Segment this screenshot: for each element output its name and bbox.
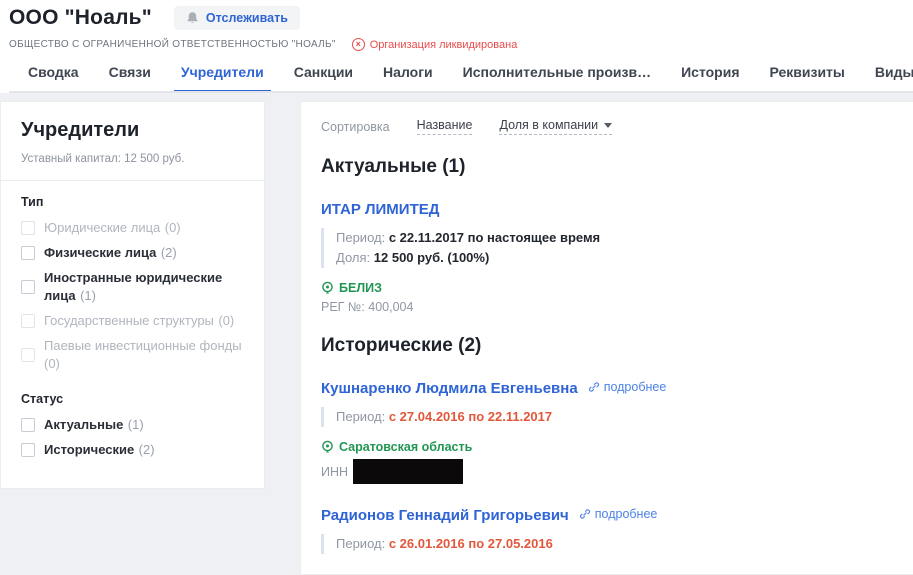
filter-label: Паевые инвестиционные фонды	[44, 338, 242, 353]
location-label: БЕЛИЗ	[339, 281, 382, 295]
filter-count: (1)	[128, 417, 144, 432]
company-full-name: ОБЩЕСТВО С ОГРАНИЧЕННОЙ ОТВЕТСТВЕННОСТЬЮ…	[9, 39, 336, 50]
filter-count: (0)	[218, 313, 234, 328]
follow-button[interactable]: Отслеживать	[174, 6, 300, 30]
period-block: Период: с 26.01.2016 по 27.05.2016	[321, 534, 913, 554]
follow-button-label: Отслеживать	[206, 11, 288, 25]
sort-row: Сортировка Название Доля в компании	[321, 118, 913, 135]
filter-state-structures[interactable]: Государственные структуры (0)	[21, 312, 244, 330]
filter-legal-entities[interactable]: Юридические лица (0)	[21, 219, 244, 237]
inn-label: ИНН	[321, 465, 348, 479]
founder-entry: Кушнаренко Людмила Евгеньевна подробнее …	[321, 380, 913, 484]
checkbox-icon[interactable]	[21, 221, 35, 235]
filter-individuals[interactable]: Физические лица (2)	[21, 244, 244, 262]
sort-by-share[interactable]: Доля в компании	[499, 118, 612, 135]
link-icon	[579, 508, 591, 520]
share-label: Доля:	[336, 250, 370, 265]
period-value: с 27.04.2016 по 22.11.2017	[389, 409, 552, 424]
sort-by-share-label: Доля в компании	[499, 118, 598, 132]
page-header: ООО "Ноаль" Отслеживать ОБЩЕСТВО С ОГРАН…	[0, 0, 913, 93]
liquidation-badge: × Организация ликвидирована	[352, 38, 518, 51]
filter-count: (2)	[139, 442, 155, 457]
filters-sidebar: Учредители Уставный капитал: 12 500 руб.…	[0, 101, 265, 489]
type-filter-title: Тип	[21, 195, 244, 209]
link-icon	[588, 381, 600, 393]
founders-panel: Сортировка Название Доля в компании Акту…	[300, 101, 913, 575]
company-title: ООО "Ноаль"	[9, 6, 152, 30]
filter-label: Актуальные	[44, 417, 123, 432]
charter-capital: Уставный капитал: 12 500 руб.	[21, 153, 244, 165]
tab-bar: Сводка Связи Учредители Санкции Налоги И…	[9, 64, 913, 93]
tab-svodka[interactable]: Сводка	[28, 64, 79, 91]
period-block: Период: с 22.11.2017 по настоящее время …	[321, 228, 913, 268]
actual-section-heading: Актуальные (1)	[321, 156, 913, 178]
more-details-link[interactable]: подробнее	[579, 507, 658, 521]
share-value: 12 500 руб. (100%)	[374, 250, 490, 265]
checkbox-icon[interactable]	[21, 418, 35, 432]
period-value: с 22.11.2017 по настоящее время	[389, 230, 600, 245]
founder-name-link[interactable]: ИТАР ЛИМИТЕД	[321, 201, 439, 218]
tab-vidy-deyat[interactable]: Виды деят.	[875, 64, 913, 91]
caret-down-icon	[604, 123, 612, 128]
status-filter-title: Статус	[21, 392, 244, 406]
checkbox-icon[interactable]	[21, 348, 35, 362]
period-value: с 26.01.2016 по 27.05.2016	[389, 536, 553, 551]
checkbox-icon[interactable]	[21, 246, 35, 260]
filter-label: Физические лица	[44, 245, 156, 260]
tab-istoriya[interactable]: История	[681, 64, 739, 91]
checkbox-icon[interactable]	[21, 280, 35, 294]
founder-name-link[interactable]: Кушнаренко Людмила Евгеньевна	[321, 380, 578, 397]
filter-investment-funds[interactable]: Паевые инвестиционные фонды (0)	[21, 337, 244, 373]
filter-count: (0)	[44, 356, 60, 371]
tab-sankcii[interactable]: Санкции	[294, 64, 353, 91]
sort-by-name[interactable]: Название	[417, 118, 473, 135]
founder-entry: Радионов Геннадий Григорьевич подробнее …	[321, 507, 913, 554]
period-label: Период:	[336, 536, 385, 551]
location-label: Саратовская область	[339, 440, 472, 454]
more-details-label: подробнее	[595, 507, 658, 521]
sidebar-title: Учредители	[21, 119, 244, 142]
location-pin-icon	[321, 281, 334, 295]
tab-uchrediteli[interactable]: Учредители	[181, 64, 264, 91]
filter-count: (2)	[161, 245, 177, 260]
filter-label: Исторические	[44, 442, 134, 457]
liquidated-x-icon: ×	[352, 38, 365, 51]
filter-historical[interactable]: Исторические (2)	[21, 441, 244, 459]
filter-count: (0)	[165, 220, 181, 235]
filter-label: Иностранные юридические лица	[44, 270, 222, 303]
checkbox-icon[interactable]	[21, 443, 35, 457]
bell-icon	[186, 11, 199, 25]
filter-label: Государственные структуры	[44, 313, 214, 328]
reg-number: РЕГ №: 400,004	[321, 300, 913, 314]
location-pin-icon	[321, 440, 334, 454]
historical-section-heading: Исторические (2)	[321, 335, 913, 357]
founder-entry: ИТАР ЛИМИТЕД Период: с 22.11.2017 по нас…	[321, 201, 913, 314]
sidebar-divider	[1, 180, 264, 181]
checkbox-icon[interactable]	[21, 314, 35, 328]
filter-label: Юридические лица	[44, 220, 160, 235]
content-area: Учредители Уставный капитал: 12 500 руб.…	[0, 93, 913, 575]
filter-foreign-legal-entities[interactable]: Иностранные юридические лица (1)	[21, 269, 244, 305]
sort-label: Сортировка	[321, 120, 390, 134]
filter-count: (1)	[80, 288, 96, 303]
tab-nalogi[interactable]: Налоги	[383, 64, 433, 91]
tab-rekvizity[interactable]: Реквизиты	[770, 64, 845, 91]
period-block: Период: с 27.04.2016 по 22.11.2017	[321, 407, 913, 427]
more-details-link[interactable]: подробнее	[588, 380, 667, 394]
period-label: Период:	[336, 230, 385, 245]
tab-svyazi[interactable]: Связи	[109, 64, 151, 91]
founder-name-link[interactable]: Радионов Геннадий Григорьевич	[321, 507, 569, 524]
filter-actual[interactable]: Актуальные (1)	[21, 416, 244, 434]
more-details-label: подробнее	[604, 380, 667, 394]
tab-ispolnitelnye[interactable]: Исполнительные произв…	[463, 64, 651, 91]
period-label: Период:	[336, 409, 385, 424]
liquidation-badge-label: Организация ликвидирована	[370, 39, 518, 51]
